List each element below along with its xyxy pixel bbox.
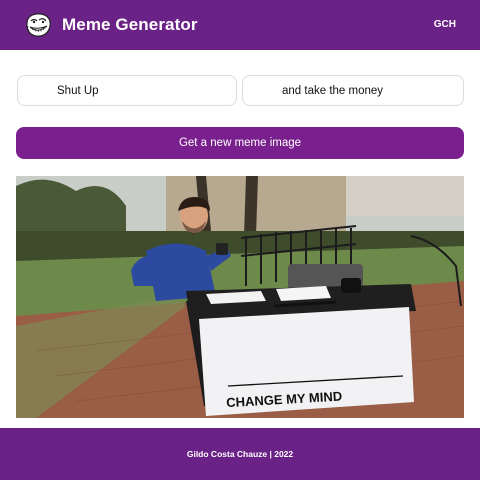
user-initials[interactable]: GCH [434,19,456,30]
app-title: Meme Generator [62,15,198,34]
bottom-text-input[interactable] [242,75,464,106]
trollface-icon [24,12,52,38]
get-meme-button[interactable]: Get a new meme image [16,127,464,159]
app-header: Meme Generator GCH [0,0,480,50]
top-text-input[interactable] [17,75,237,106]
meme-image: CHANGE MY MIND [16,176,464,418]
footer-credit: Gildo Costa Chauze | 2022 [0,428,480,480]
